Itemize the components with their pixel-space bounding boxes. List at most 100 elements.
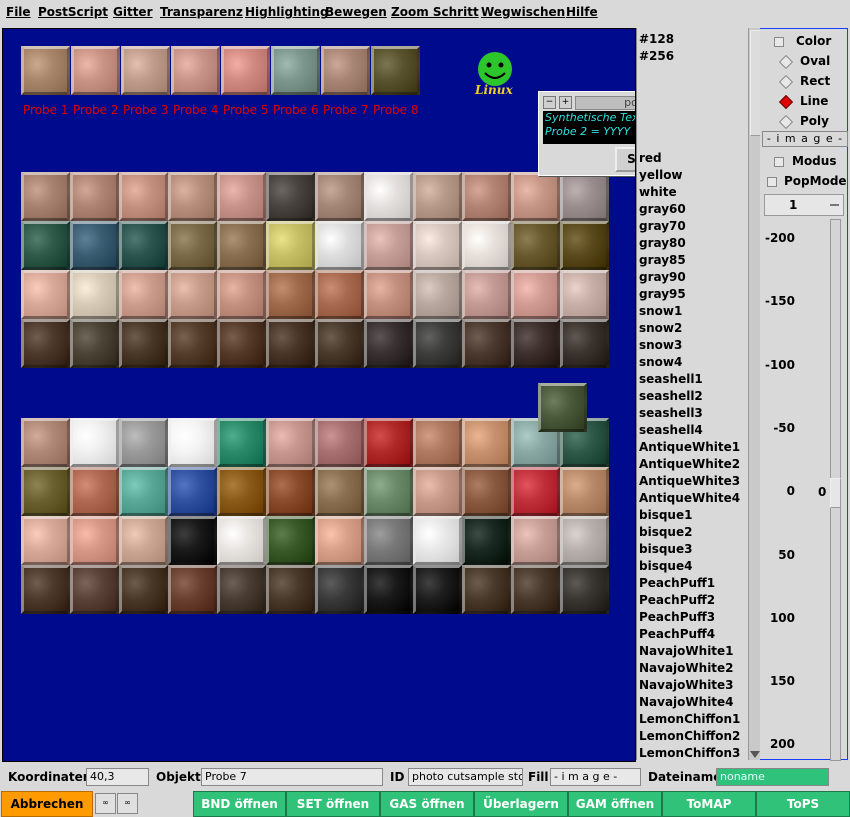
color-list-item[interactable]: PeachPuff2 (639, 593, 715, 607)
texture-tile[interactable] (413, 221, 462, 270)
texture-tile[interactable] (364, 467, 413, 516)
color-list-item[interactable]: snow2 (639, 321, 682, 335)
toolbar-button-4[interactable]: Überlagern (474, 791, 568, 817)
texture-tile[interactable] (315, 418, 364, 467)
color-list-item[interactable]: NavajoWhite2 (639, 661, 734, 675)
color-list-item[interactable]: LemonChiffon2 (639, 729, 740, 743)
floating-texture-tile[interactable] (538, 383, 587, 432)
shape-radio-rect[interactable] (778, 74, 794, 90)
color-list-item[interactable]: AntiqueWhite3 (639, 474, 740, 488)
probe-tile-4[interactable] (171, 46, 220, 95)
texture-tile[interactable] (462, 270, 511, 319)
texture-tile[interactable] (364, 172, 413, 221)
texture-tile[interactable] (462, 516, 511, 565)
shape-radio-oval[interactable] (778, 54, 794, 70)
texture-tile[interactable] (511, 565, 560, 614)
texture-tile[interactable] (462, 221, 511, 270)
probe-tile-6[interactable] (271, 46, 320, 95)
texture-tile[interactable] (266, 418, 315, 467)
texture-tile[interactable] (560, 270, 609, 319)
texture-tile[interactable] (315, 221, 364, 270)
texture-tile[interactable] (511, 221, 560, 270)
texture-tile[interactable] (21, 270, 70, 319)
popup-title-bar[interactable]: popdin (575, 96, 635, 110)
vertical-slider[interactable] (830, 219, 841, 761)
texture-tile[interactable] (70, 319, 119, 368)
menu-zoom-schritt[interactable]: Zoom Schritt (391, 5, 479, 19)
texture-tile[interactable] (511, 270, 560, 319)
menu-bewegen[interactable]: Bewegen (325, 5, 387, 19)
drawing-canvas[interactable]: Probe 1 Probe 2 Probe 3 Probe 4 Probe 5 Probe… (2, 28, 636, 762)
texture-tile[interactable] (364, 565, 413, 614)
object-field[interactable]: Probe 7 (201, 768, 383, 786)
color-list-item[interactable]: LemonChiffon1 (639, 712, 740, 726)
probe-tile-3[interactable] (121, 46, 170, 95)
texture-tile[interactable] (511, 467, 560, 516)
color-list-item[interactable]: seashell4 (639, 423, 703, 437)
shape-radio-poly[interactable] (778, 114, 794, 130)
cancel-button[interactable]: Abbrechen (1, 791, 93, 817)
texture-tile[interactable] (364, 418, 413, 467)
color-list-item[interactable]: gray70 (639, 219, 686, 233)
texture-tile[interactable] (168, 172, 217, 221)
menu-wegwischen[interactable]: Wegwischen (481, 5, 565, 19)
texture-tile[interactable] (70, 565, 119, 614)
modus-checkbox[interactable] (774, 157, 784, 167)
texture-tile[interactable] (511, 172, 560, 221)
id-field[interactable]: photo cutsample stc (408, 768, 523, 786)
toolbar-button-2[interactable]: SET öffnen (286, 791, 380, 817)
texture-tile[interactable] (413, 319, 462, 368)
texture-tile[interactable] (413, 172, 462, 221)
texture-tile[interactable] (70, 270, 119, 319)
shape-radio-line[interactable] (778, 94, 794, 110)
toolbar-button-1[interactable]: BND öffnen (193, 791, 286, 817)
color-list-item[interactable]: gray90 (639, 270, 686, 284)
texture-tile[interactable] (119, 270, 168, 319)
color-list[interactable]: #128 #256 red yellow white gray60 gray70 gray80… (636, 28, 749, 760)
menu-transparenz[interactable]: Transparenz (160, 5, 243, 19)
stop-button[interactable]: STOP (615, 147, 635, 172)
texture-tile[interactable] (168, 565, 217, 614)
color-list-item[interactable]: gray85 (639, 253, 686, 267)
texture-tile[interactable] (413, 565, 462, 614)
color-list-item[interactable]: AntiqueWhite2 (639, 457, 740, 471)
toolbar-button-5[interactable]: GAM öffnen (568, 791, 662, 817)
texture-tile[interactable] (462, 319, 511, 368)
texture-tile[interactable] (168, 221, 217, 270)
texture-tile[interactable] (70, 516, 119, 565)
texture-tile[interactable] (315, 565, 364, 614)
texture-tile[interactable] (315, 172, 364, 221)
toolbar-button-3[interactable]: GAS öffnen (380, 791, 474, 817)
texture-tile[interactable] (119, 319, 168, 368)
texture-tile[interactable] (413, 418, 462, 467)
texture-tile[interactable] (119, 172, 168, 221)
color-list-item[interactable]: white (639, 185, 677, 199)
texture-tile[interactable] (364, 270, 413, 319)
texture-tile[interactable] (217, 270, 266, 319)
texture-tile[interactable] (70, 172, 119, 221)
texture-tile[interactable] (364, 221, 413, 270)
texture-tile[interactable] (413, 516, 462, 565)
texture-tile[interactable] (217, 565, 266, 614)
texture-tile[interactable] (168, 467, 217, 516)
color-list-item[interactable]: bisque4 (639, 559, 692, 573)
texture-tile[interactable] (70, 221, 119, 270)
color-list-item[interactable]: snow4 (639, 355, 682, 369)
color-list-item[interactable]: AntiqueWhite4 (639, 491, 740, 505)
texture-tile[interactable] (364, 516, 413, 565)
texture-tile[interactable] (413, 270, 462, 319)
menu-postscript[interactable]: PostScript (38, 5, 108, 19)
color-list-item[interactable]: PeachPuff3 (639, 610, 715, 624)
menu-highlighting[interactable]: Highlighting (245, 5, 329, 19)
color-list-item[interactable]: snow1 (639, 304, 682, 318)
texture-tile[interactable] (462, 172, 511, 221)
color-list-item[interactable]: NavajoWhite4 (639, 695, 734, 709)
texture-tile[interactable] (168, 418, 217, 467)
minimize-icon[interactable]: − (543, 96, 556, 109)
color-list-item[interactable]: seashell1 (639, 372, 703, 386)
texture-tile[interactable] (119, 516, 168, 565)
texture-tile[interactable] (560, 516, 609, 565)
color-list-item[interactable]: seashell2 (639, 389, 703, 403)
texture-tile[interactable] (560, 172, 609, 221)
texture-tile[interactable] (217, 172, 266, 221)
